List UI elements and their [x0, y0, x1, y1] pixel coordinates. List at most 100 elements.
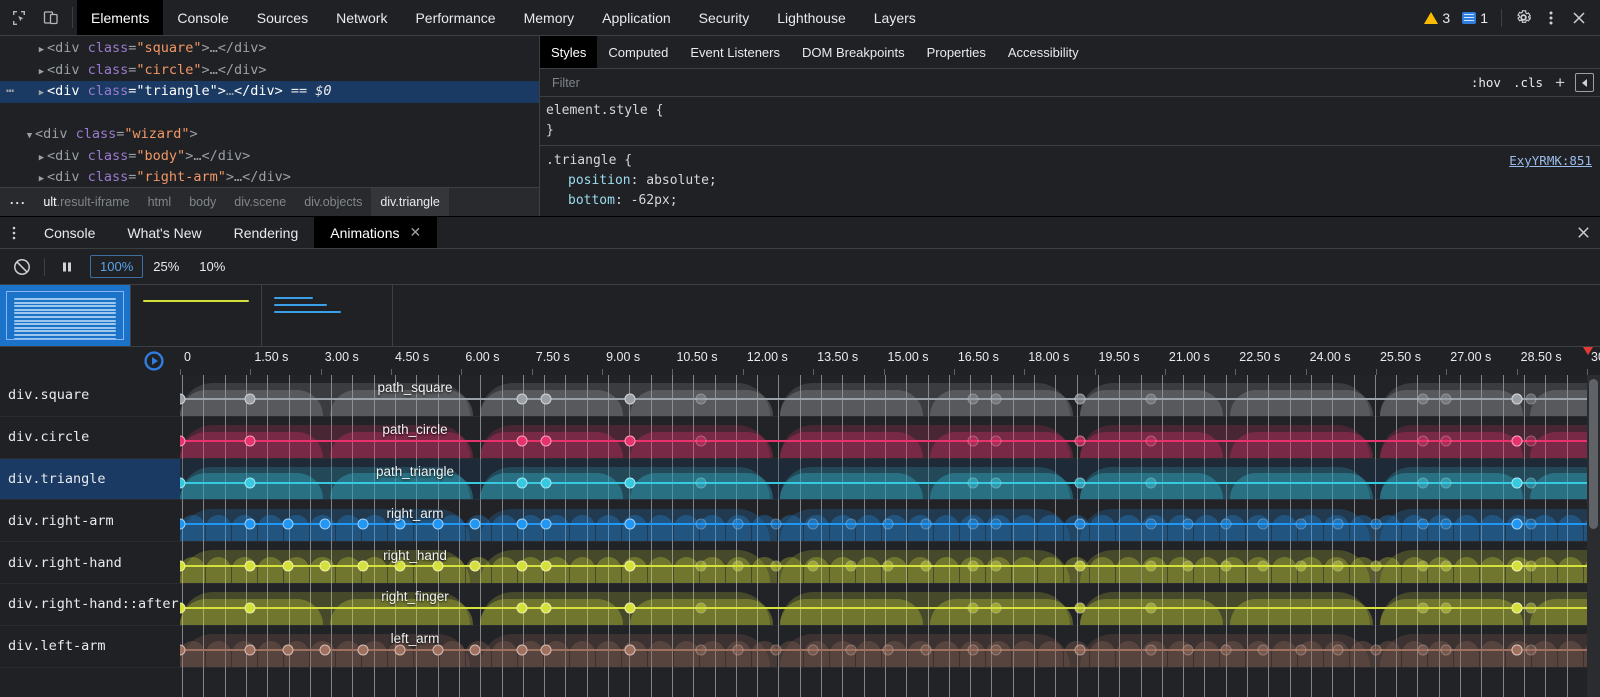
keyframe-marker[interactable]: [1441, 435, 1452, 446]
styles-tab-properties[interactable]: Properties: [916, 36, 997, 68]
animation-line[interactable]: [180, 607, 1600, 609]
keyframe-marker[interactable]: [1220, 644, 1231, 655]
tab-lighthouse[interactable]: Lighthouse: [763, 0, 860, 35]
keyframe-marker[interactable]: [1145, 435, 1156, 446]
breadcrumb-item[interactable]: div.triangle: [371, 188, 449, 217]
animation-track-label[interactable]: div.right-arm: [0, 500, 180, 542]
hov-toggle[interactable]: :hov: [1465, 75, 1507, 90]
styles-filter-input[interactable]: [546, 76, 1465, 90]
keyframe-marker[interactable]: [967, 519, 978, 530]
keyframe-marker[interactable]: [1417, 644, 1428, 655]
keyframe-marker[interactable]: [770, 519, 781, 530]
keyframe-marker[interactable]: [357, 561, 368, 572]
keyframe-marker[interactable]: [540, 644, 551, 655]
breadcrumb-item[interactable]: ult.result-iframe: [34, 188, 138, 217]
keyframe-marker[interactable]: [1075, 435, 1086, 446]
keyframe-marker[interactable]: [1525, 435, 1536, 446]
keyframe-marker[interactable]: [245, 602, 256, 613]
keyframe-marker[interactable]: [540, 519, 551, 530]
keyframe-marker[interactable]: [245, 393, 256, 404]
keyframe-marker[interactable]: [1075, 561, 1086, 572]
expand-arrow-icon[interactable]: ▶: [36, 148, 47, 170]
breadcrumb-overflow[interactable]: ...: [8, 193, 34, 211]
keyframe-marker[interactable]: [1417, 477, 1428, 488]
keyframe-marker[interactable]: [1183, 519, 1194, 530]
keyframe-marker[interactable]: [883, 519, 894, 530]
keyframe-marker[interactable]: [1258, 644, 1269, 655]
animation-track-label[interactable]: div.right-hand::after: [0, 584, 180, 626]
css-selector[interactable]: .triangle {: [546, 151, 1600, 171]
keyframe-marker[interactable]: [517, 519, 528, 530]
drawer-tab-rendering[interactable]: Rendering: [218, 217, 315, 248]
keyframe-marker[interactable]: [695, 477, 706, 488]
keyframe-marker[interactable]: [991, 561, 1002, 572]
keyframe-marker[interactable]: [1145, 519, 1156, 530]
new-style-rule-button[interactable]: +: [1549, 74, 1571, 91]
animation-track-row[interactable]: left_arm: [180, 626, 1600, 668]
keyframe-marker[interactable]: [808, 519, 819, 530]
keyframe-marker[interactable]: [517, 644, 528, 655]
keyframe-marker[interactable]: [1511, 561, 1522, 572]
css-rule[interactable]: element.style {}: [540, 97, 1600, 141]
gear-icon[interactable]: [1510, 5, 1536, 31]
keyframe-marker[interactable]: [695, 519, 706, 530]
timeline-scrollbar[interactable]: [1587, 375, 1600, 697]
keyframe-marker[interactable]: [1145, 477, 1156, 488]
keyframe-marker[interactable]: [320, 561, 331, 572]
keyframe-marker[interactable]: [967, 644, 978, 655]
keyframe-marker[interactable]: [920, 561, 931, 572]
keyframe-marker[interactable]: [517, 477, 528, 488]
keyframe-marker[interactable]: [1370, 519, 1381, 530]
keyframe-marker[interactable]: [517, 602, 528, 613]
dom-node[interactable]: ▶<div class="circle">…</div>: [0, 60, 539, 82]
keyframe-marker[interactable]: [517, 393, 528, 404]
css-declaration[interactable]: bottom: -62px;: [546, 191, 1600, 211]
more-options-icon[interactable]: [1538, 5, 1564, 31]
styles-tab-event-listeners[interactable]: Event Listeners: [679, 36, 791, 68]
animation-track-label[interactable]: div.triangle: [0, 459, 180, 501]
tab-layers[interactable]: Layers: [860, 0, 930, 35]
tab-security[interactable]: Security: [685, 0, 764, 35]
playback-speed-25[interactable]: 25%: [143, 255, 189, 278]
keyframe-marker[interactable]: [245, 519, 256, 530]
keyframe-marker[interactable]: [245, 477, 256, 488]
keyframe-marker[interactable]: [625, 435, 636, 446]
keyframe-marker[interactable]: [245, 644, 256, 655]
keyframe-marker[interactable]: [967, 561, 978, 572]
keyframe-marker[interactable]: [991, 644, 1002, 655]
close-tab-icon[interactable]: ✕: [410, 224, 422, 241]
keyframe-marker[interactable]: [733, 519, 744, 530]
keyframe-marker[interactable]: [1333, 561, 1344, 572]
keyframe-marker[interactable]: [1511, 393, 1522, 404]
keyframe-marker[interactable]: [1183, 644, 1194, 655]
keyframe-marker[interactable]: [1075, 644, 1086, 655]
tab-application[interactable]: Application: [588, 0, 685, 35]
tab-memory[interactable]: Memory: [510, 0, 589, 35]
keyframe-marker[interactable]: [1145, 602, 1156, 613]
keyframe-marker[interactable]: [991, 519, 1002, 530]
animation-track-label[interactable]: div.right-hand: [0, 542, 180, 584]
keyframe-marker[interactable]: [357, 644, 368, 655]
keyframe-marker[interactable]: [1525, 561, 1536, 572]
keyframe-marker[interactable]: [1145, 644, 1156, 655]
keyframe-marker[interactable]: [845, 519, 856, 530]
keyframe-marker[interactable]: [540, 561, 551, 572]
keyframe-marker[interactable]: [1075, 602, 1086, 613]
drawer-more-icon[interactable]: [0, 217, 28, 248]
keyframe-marker[interactable]: [1258, 519, 1269, 530]
keyframe-marker[interactable]: [920, 644, 931, 655]
keyframe-marker[interactable]: [808, 644, 819, 655]
keyframe-marker[interactable]: [625, 393, 636, 404]
keyframe-marker[interactable]: [770, 561, 781, 572]
keyframe-marker[interactable]: [282, 561, 293, 572]
keyframe-marker[interactable]: [1370, 561, 1381, 572]
keyframe-marker[interactable]: [1258, 561, 1269, 572]
animation-group-preview[interactable]: [0, 285, 131, 346]
tab-elements[interactable]: Elements: [77, 0, 163, 35]
keyframe-marker[interactable]: [1417, 602, 1428, 613]
keyframe-marker[interactable]: [517, 561, 528, 572]
animation-track-row[interactable]: path_circle: [180, 417, 1600, 459]
breadcrumb-item[interactable]: html: [139, 188, 181, 217]
styles-tab-dom-breakpoints[interactable]: DOM Breakpoints: [791, 36, 916, 68]
expand-arrow-icon[interactable]: ▶: [36, 40, 47, 62]
